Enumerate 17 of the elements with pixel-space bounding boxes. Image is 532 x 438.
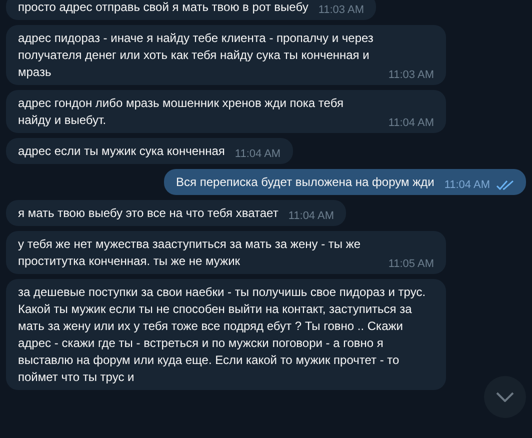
scroll-down-button[interactable] bbox=[484, 376, 526, 418]
message-time: 11:03 AM bbox=[388, 68, 434, 82]
message-text: Вся переписка будет выложена на форум жди bbox=[176, 174, 434, 191]
message-time: 11:04 AM bbox=[288, 209, 334, 223]
message-time: 11:04 AM bbox=[234, 147, 281, 161]
message-text: адрес гондон либо мразь мошенник хренов жди пока тебя найду и выебут. bbox=[18, 95, 344, 129]
message-time: 11:04 AM bbox=[444, 178, 490, 192]
chevron-down-icon bbox=[496, 392, 514, 402]
message-time: 11:04 AM bbox=[388, 116, 434, 130]
message-text: адрес если ты мужик сука конченная bbox=[18, 143, 225, 160]
message-text: у тебя же нет мужества зааступиться за мать за жену - ты же проститутка конченная. ты же не мужик bbox=[18, 236, 362, 270]
message-text: адрес пидораз - иначе я найду тебе клиента - пропалчу и через получателя денег или хоть как тебя найду сука ты конченная и мразь bbox=[18, 30, 374, 81]
message-time: 11:03 AM bbox=[318, 3, 364, 17]
message-text: я мать твою выебу это все на что тебя хватает bbox=[18, 205, 278, 222]
message-text: за дешевые поступки за свои наебки - ты получишь свое пидораз и трус. Какой ты мужик если ты не способен выйти на контакт, заступиться за мать за жену или их у тебя тоже все подряд ебут ? Ты говно .. Скажи адрес - скажи где ты - встреться и по мужски поговори - а говно я выставлю на форум или куда еще. Если какой то мужик прочтет - то поймет что ты трус и bbox=[18, 285, 426, 384]
message-text: просто адрес отправь свой я мать твою в рот выебу bbox=[18, 0, 308, 16]
message-time: 11:05 AM bbox=[388, 257, 434, 271]
